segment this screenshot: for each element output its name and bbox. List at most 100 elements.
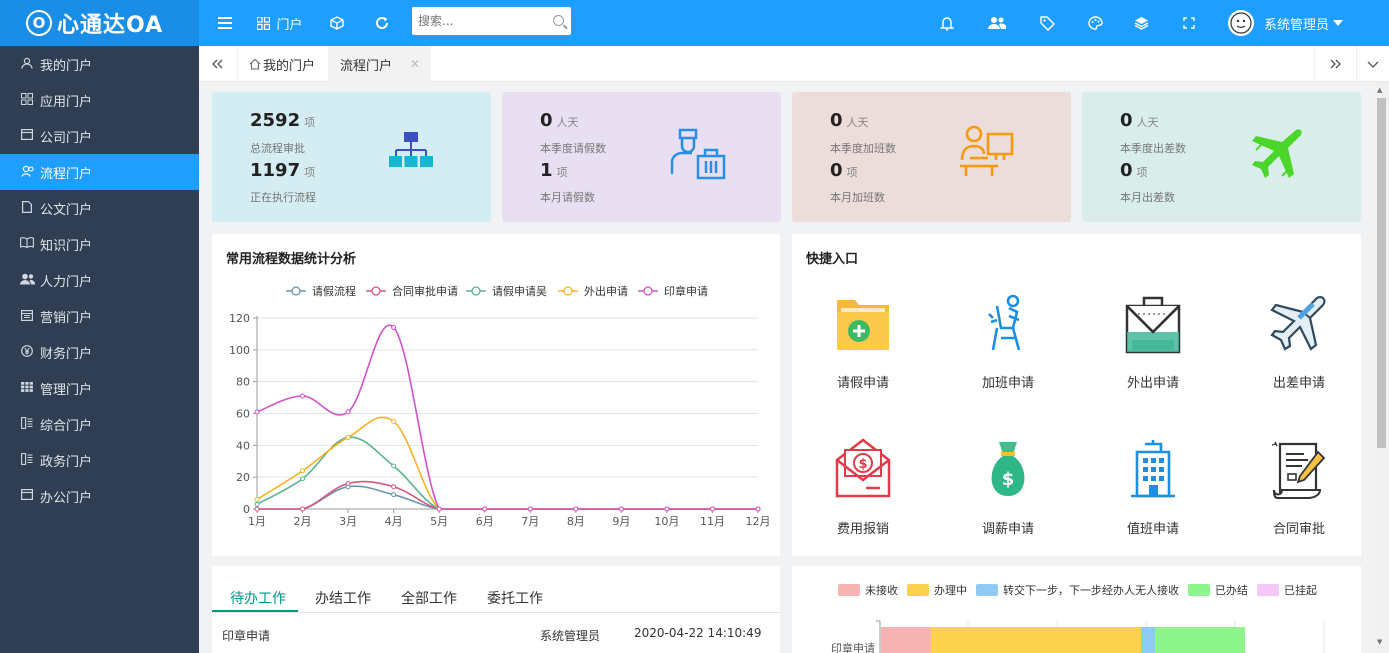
sidebar-item-3[interactable]: 公司门户	[0, 118, 199, 154]
sidebar-item-11[interactable]: 综合门户	[0, 406, 199, 442]
y-tick-label: 20	[236, 471, 250, 484]
x-tick-label: 10月	[654, 515, 679, 528]
search-input[interactable]	[412, 7, 542, 35]
work-tab-3[interactable]: 全部工作	[401, 588, 457, 608]
data-point[interactable]	[664, 506, 670, 512]
work-tab-2[interactable]: 办结工作	[315, 588, 371, 608]
scroll-up-arrow-icon[interactable]: ▲	[1377, 86, 1382, 94]
data-point[interactable]	[391, 484, 397, 490]
dashboard-button[interactable]	[1082, 0, 1108, 46]
stat-card-3[interactable]: 0 人天 本季度加班数 0 项本月加班数	[792, 92, 1071, 222]
tabs-scroll-right-button[interactable]	[1314, 46, 1356, 82]
stat-label-2: 正在执行流程	[250, 191, 316, 204]
legend-item[interactable]: 合同审批申请	[366, 284, 458, 298]
stat-value-1: 0 人天	[1120, 110, 1159, 131]
user-menu[interactable]: 系统管理员	[1264, 0, 1344, 46]
sidebar-item-8[interactable]: 营销门户	[0, 298, 199, 334]
status-row-label: 印章申请	[831, 641, 875, 653]
data-point[interactable]	[709, 506, 715, 512]
sidebar-item-13[interactable]: 办公门户	[0, 478, 199, 514]
status-bar-segment[interactable]	[931, 627, 1141, 653]
data-point[interactable]	[391, 463, 397, 469]
cube-button[interactable]	[324, 0, 350, 46]
scroll-down-arrow-icon[interactable]: ▼	[1377, 638, 1382, 646]
sidebar-item-6[interactable]: 知识门户	[0, 226, 199, 262]
data-point[interactable]	[254, 409, 260, 415]
data-point[interactable]	[300, 476, 306, 482]
svg-text:$: $	[858, 457, 867, 472]
legend-item[interactable]: 外出申请	[558, 284, 628, 298]
layers-button[interactable]	[1128, 0, 1154, 46]
logo-text: 心通达OA	[57, 13, 164, 38]
portal-button[interactable]: 门户	[252, 0, 308, 46]
work-row-name[interactable]: 印章申请	[222, 627, 270, 644]
stat-card-1[interactable]: 2592 项总流程审批 1197 项正在执行流程	[212, 92, 491, 222]
data-point[interactable]	[300, 506, 306, 512]
status-bar-segment[interactable]	[1155, 627, 1245, 653]
stat-label-1: 本季度出差数	[1120, 142, 1186, 155]
sidebar-item-5[interactable]: 公文门户	[0, 190, 199, 226]
data-point[interactable]	[300, 468, 306, 474]
search-box[interactable]	[412, 7, 571, 35]
refresh-button[interactable]	[369, 0, 395, 46]
tab-my-portal[interactable]: 我的门户	[237, 46, 326, 82]
quick-entry-label: 合同审批	[1272, 522, 1325, 537]
legend-item[interactable]: 请假流程	[286, 284, 356, 298]
legend-marker	[643, 286, 653, 296]
tabs-menu-button[interactable]	[1356, 46, 1389, 82]
search-icon[interactable]	[553, 15, 564, 26]
bell-icon	[940, 16, 954, 31]
data-point[interactable]	[391, 418, 397, 424]
data-point[interactable]	[254, 496, 260, 502]
status-bar-segment[interactable]	[881, 627, 931, 653]
data-point[interactable]	[254, 501, 260, 507]
legend-item[interactable]: 请假申请吴	[466, 284, 547, 298]
sidebar-item-9[interactable]: 财务门户	[0, 334, 199, 370]
data-point[interactable]	[755, 506, 761, 512]
data-point[interactable]	[482, 506, 488, 512]
tag-button[interactable]	[1034, 0, 1060, 46]
tab-close-icon[interactable]: ✕	[410, 57, 420, 71]
stat-card-2[interactable]: 0 人天 本季度请假数 1 项本月请假数	[502, 92, 781, 222]
scrollbar-thumb[interactable]	[1377, 98, 1386, 448]
menu-toggle-button[interactable]	[212, 0, 238, 46]
stat-label-1: 本季度请假数	[540, 142, 606, 155]
app-logo[interactable]: O 心通达OA	[0, 0, 199, 46]
stat-card-4[interactable]: 0 人天 本季度出差数 0 项本月出差数	[1082, 92, 1361, 222]
sidebar-item-10[interactable]: 管理门户	[0, 370, 199, 406]
contract-icon	[1249, 436, 1349, 500]
data-point[interactable]	[618, 506, 624, 512]
columns-icon	[20, 416, 34, 432]
sidebar-item-12[interactable]: 政务门户	[0, 442, 199, 478]
user-name: 系统管理员	[1264, 17, 1330, 33]
table-row[interactable]: 印章申请 系统管理员 2020-04-22 14:10:49	[212, 618, 780, 650]
data-point[interactable]	[391, 492, 397, 498]
data-point[interactable]	[436, 506, 442, 512]
data-point[interactable]	[345, 434, 351, 440]
tab-flow-portal[interactable]: 流程门户 ✕	[328, 46, 431, 82]
sidebar-item-2[interactable]: 应用门户	[0, 82, 199, 118]
data-point[interactable]	[573, 506, 579, 512]
contacts-button[interactable]	[984, 0, 1010, 46]
work-tab-1[interactable]: 待办工作	[230, 588, 286, 608]
sidebar-item-1[interactable]: 我的门户	[0, 46, 199, 82]
sidebar-item-7[interactable]: 人力门户	[0, 262, 199, 298]
fullscreen-button[interactable]	[1176, 0, 1202, 46]
data-point[interactable]	[254, 506, 260, 512]
data-point[interactable]	[300, 393, 306, 399]
data-point[interactable]	[345, 409, 351, 415]
tabs-scroll-left-button[interactable]	[207, 46, 227, 82]
data-point[interactable]	[345, 481, 351, 487]
data-point[interactable]	[391, 325, 397, 331]
notification-button[interactable]	[934, 0, 960, 46]
page-scrollbar[interactable]: ▲ ▼	[1374, 82, 1389, 653]
work-tab-4[interactable]: 委托工作	[487, 588, 543, 608]
data-point[interactable]	[527, 506, 533, 512]
quick-entry-panel: 快捷入口 请假申请 加班申请 外出申请 出差申请 $ 费用报销 $ 调薪申请 值班申请 合同审批	[792, 234, 1361, 556]
legend-item[interactable]: 印章申请	[638, 284, 708, 298]
airplane-icon	[1249, 290, 1349, 354]
status-bar-segment[interactable]	[1141, 627, 1155, 653]
sidebar-item-4[interactable]: 流程门户	[0, 154, 199, 190]
palette-icon	[1087, 16, 1103, 30]
avatar[interactable]	[1228, 10, 1254, 36]
